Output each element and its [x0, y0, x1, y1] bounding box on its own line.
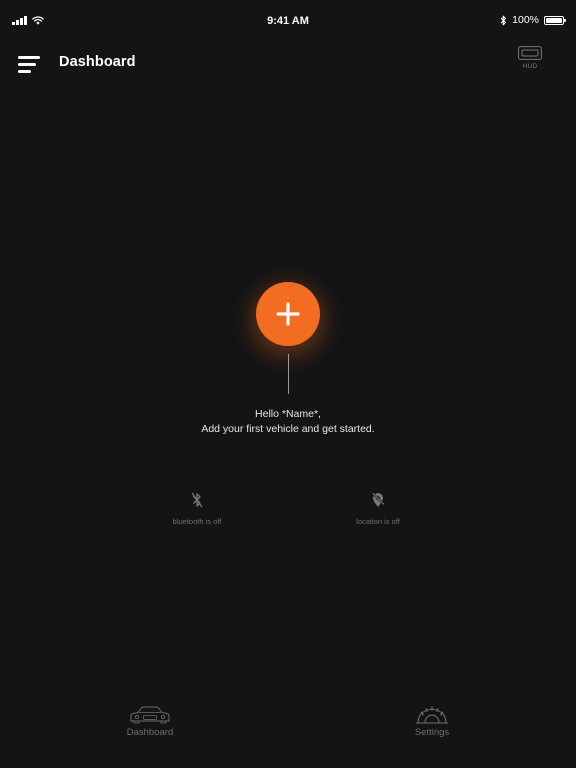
- tab-bar: Dashboard Settings: [0, 698, 576, 768]
- hamburger-menu-icon: [18, 56, 40, 59]
- bluetooth-status-icon: [500, 15, 507, 25]
- add-vehicle-button[interactable]: [256, 282, 320, 346]
- battery-nub: [564, 18, 566, 22]
- bluetooth-status[interactable]: bluetooth is off: [127, 492, 267, 526]
- greeting-subline: Add your first vehicle and get started.: [201, 423, 375, 435]
- car-icon: [130, 706, 170, 724]
- page-title: Dashboard: [59, 54, 136, 70]
- tab-dashboard[interactable]: Dashboard: [100, 706, 200, 738]
- greeting-line: Hello *Name*,: [255, 408, 321, 420]
- app-screen: 9:41 AM 100% Dashboard HUD Hello *Name*,…: [0, 0, 576, 768]
- hamburger-menu-icon-line: [18, 63, 36, 66]
- location-status[interactable]: location is off: [308, 492, 448, 526]
- tab-dashboard-label: Dashboard: [126, 727, 174, 738]
- hud-button[interactable]: HUD: [514, 46, 546, 70]
- location-off-icon: [371, 492, 385, 507]
- battery-fill: [546, 17, 562, 23]
- hud-display-icon: [518, 46, 542, 60]
- battery-percent: 100%: [512, 14, 539, 26]
- gauge-icon: [416, 706, 448, 724]
- hamburger-menu-icon-line: [18, 70, 31, 73]
- status-right: 100%: [500, 14, 566, 26]
- plus-icon: [276, 302, 300, 326]
- location-status-label: location is off: [356, 517, 400, 526]
- status-bar: 9:41 AM 100%: [0, 0, 576, 44]
- connector-line: [287, 354, 289, 394]
- greeting-text: Hello *Name*, Add your first vehicle and…: [0, 407, 576, 437]
- bluetooth-status-label: bluetooth is off: [172, 517, 222, 526]
- hud-label: HUD: [522, 63, 538, 70]
- menu-button[interactable]: [18, 54, 42, 74]
- header: Dashboard HUD: [0, 44, 576, 84]
- tab-settings[interactable]: Settings: [382, 706, 482, 738]
- bluetooth-off-icon: [191, 492, 203, 508]
- battery-icon: [544, 15, 566, 25]
- status-time: 9:41 AM: [267, 15, 309, 27]
- tab-settings-label: Settings: [414, 727, 450, 738]
